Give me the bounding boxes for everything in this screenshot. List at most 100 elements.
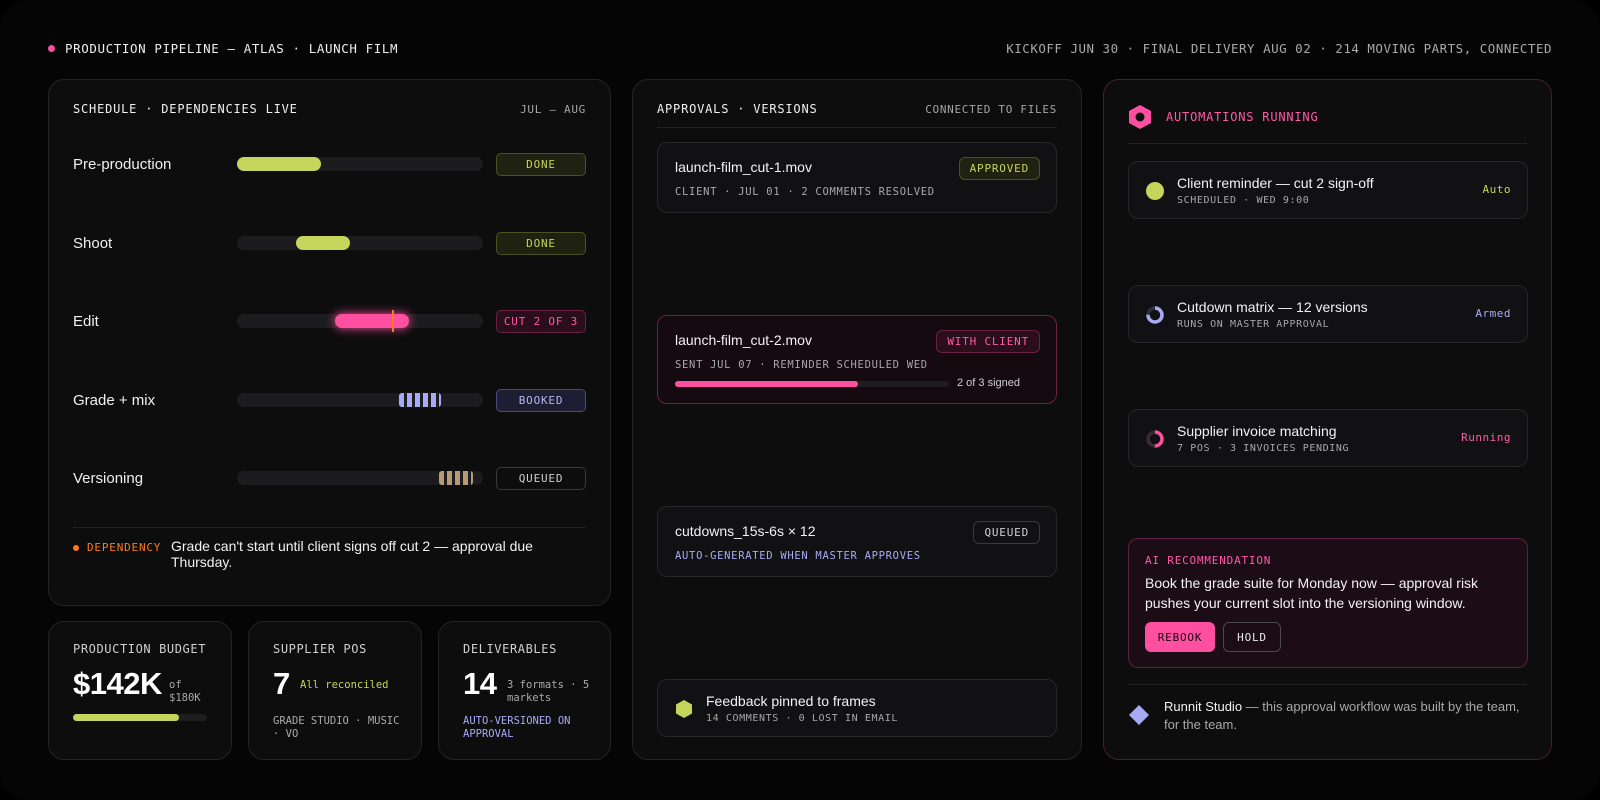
schedule-header: SCHEDULE · DEPENDENCIES LIVE JUL — AUG [73, 102, 586, 116]
dependency-text: Grade can't start until client signs off… [171, 538, 533, 570]
phase-row[interactable]: Pre-production DONE [73, 151, 586, 177]
automation-item[interactable]: Client reminder — cut 2 sign-off SCHEDUL… [1128, 161, 1528, 219]
phase-track [237, 310, 483, 332]
file-sub: SENT JUL 07 · REMINDER SCHEDULED WED [675, 359, 928, 371]
footer-text: Runnit Studio — this approval workflow w… [1164, 698, 1528, 734]
phase-status-badge: QUEUED [496, 467, 586, 490]
feedback-sub: 14 COMMENTS · 0 LOST IN EMAIL [706, 713, 898, 724]
phase-track [237, 236, 483, 250]
phase-bar [335, 314, 410, 328]
file-item[interactable]: cutdowns_15s-6s × 12 QUEUED AUTO-GENERAT… [657, 506, 1057, 577]
automation-sub: 7 POS · 3 INVOICES PENDING [1177, 443, 1350, 454]
automation-state: Auto [1482, 183, 1511, 196]
today-marker [391, 310, 394, 332]
feedback-title: Feedback pinned to frames [706, 693, 876, 709]
schedule-card: SCHEDULE · DEPENDENCIES LIVE JUL — AUG P… [48, 79, 611, 606]
supplier-note: All reconciled [300, 679, 389, 691]
automation-state: Running [1461, 431, 1511, 444]
studio-footer: Runnit Studio — this approval workflow w… [1128, 698, 1528, 734]
phase-status-badge: DONE [496, 232, 586, 255]
deliverables-note: 3 formats · 5 markets [507, 679, 590, 704]
file-status-badge: QUEUED [973, 521, 1040, 544]
phase-row[interactable]: Versioning QUEUED [73, 465, 586, 491]
phase-track [237, 157, 483, 171]
live-dot-icon [48, 44, 55, 52]
automations-title: AUTOMATIONS RUNNING [1166, 110, 1319, 124]
deliverables-value: 14 [463, 666, 497, 701]
top-bar: PRODUCTION PIPELINE — ATLAS · LAUNCH FIL… [48, 38, 1552, 58]
phase-label: Shoot [73, 234, 113, 252]
file-status-badge: WITH CLIENT [936, 330, 1040, 353]
budget-card: PRODUCTION BUDGET $142K of $180K [48, 621, 232, 760]
file-name: cutdowns_15s-6s × 12 [675, 523, 816, 539]
project-title: PRODUCTION PIPELINE — ATLAS · LAUNCH FIL… [65, 40, 399, 56]
deliverables-card: DELIVERABLES 14 3 formats · 5 markets AU… [438, 621, 611, 760]
deliverables-title: DELIVERABLES [463, 642, 557, 656]
schedule-range: JUL — AUG [520, 102, 586, 116]
phase-label: Versioning [73, 469, 144, 487]
phase-status-badge: DONE [496, 153, 586, 176]
automations-divider [1128, 143, 1527, 144]
deliverables-sub: AUTO-VERSIONED ON APPROVAL [463, 715, 571, 740]
hold-button[interactable]: HOLD [1223, 622, 1281, 652]
rebook-button[interactable]: REBOOK [1145, 622, 1215, 652]
filled-circle-icon [1146, 182, 1164, 200]
feedback-item[interactable]: Feedback pinned to frames 14 COMMENTS · … [657, 679, 1057, 737]
project-title-group: PRODUCTION PIPELINE — ATLAS · LAUNCH FIL… [48, 41, 398, 56]
app-frame: PRODUCTION PIPELINE — ATLAS · LAUNCH FIL… [0, 0, 1600, 800]
phase-status-badge: BOOKED [496, 389, 586, 412]
approvals-meta: CONNECTED TO FILES [925, 102, 1057, 116]
file-sub: AUTO-GENERATED WHEN MASTER APPROVES [675, 550, 921, 562]
hexagon-nut-icon [1129, 105, 1151, 129]
diamond-icon [1129, 705, 1149, 725]
project-meta: KICKOFF JUN 30 · FINAL DELIVERY AUG 02 ·… [1006, 40, 1552, 56]
phase-row[interactable]: Shoot DONE [73, 230, 586, 256]
phase-bar [438, 471, 474, 485]
budget-title: PRODUCTION BUDGET [73, 642, 207, 656]
automation-title: Cutdown matrix — 12 versions [1177, 299, 1368, 315]
automation-item[interactable]: Cutdown matrix — 12 versions RUNS ON MAS… [1128, 285, 1528, 343]
approvals-title: APPROVALS · VERSIONS [657, 102, 818, 116]
automation-item[interactable]: Supplier invoice matching 7 POS · 3 INVO… [1128, 409, 1528, 467]
supplier-title: SUPPLIER POS [273, 642, 367, 656]
phase-track [237, 393, 483, 407]
recommendation-body: Book the grade suite for Monday now — ap… [1145, 575, 1479, 611]
footer-divider [1128, 684, 1527, 685]
automation-sub: SCHEDULED · WED 9:00 [1177, 195, 1310, 206]
signoff-progress-track [675, 381, 949, 387]
file-sub: CLIENT · JUL 01 · 2 COMMENTS RESOLVED [675, 186, 935, 198]
phase-bar [399, 393, 442, 407]
file-item[interactable]: launch-film_cut-2.mov WITH CLIENT SENT J… [657, 315, 1057, 404]
budget-progress-track [73, 714, 207, 721]
phase-bar [237, 157, 321, 171]
spinner-ring-icon [1146, 430, 1164, 448]
footer-brand: Runnit Studio [1164, 699, 1243, 714]
phase-label: Pre-production [73, 155, 172, 173]
supplier-card: SUPPLIER POS 7 All reconciled GRADE STUD… [248, 621, 422, 760]
dependency-alert: DEPENDENCY Grade can't start until clien… [73, 538, 586, 570]
file-item[interactable]: launch-film_cut-1.mov APPROVED CLIENT · … [657, 142, 1057, 213]
dependency-tag: DEPENDENCY [73, 541, 171, 554]
file-name: launch-film_cut-2.mov [675, 332, 812, 348]
phase-track [237, 471, 483, 485]
phase-row[interactable]: Grade + mix BOOKED [73, 387, 586, 413]
budget-value: $142K [73, 666, 162, 701]
schedule-title: SCHEDULE · DEPENDENCIES LIVE [73, 102, 298, 116]
ai-recommendation: AI RECOMMENDATION Book the grade suite f… [1128, 538, 1528, 668]
recommendation-title: AI RECOMMENDATION [1145, 554, 1272, 567]
approvals-header: APPROVALS · VERSIONS CONNECTED TO FILES [657, 102, 1057, 116]
partial-ring-icon [1146, 306, 1164, 324]
automation-title: Supplier invoice matching [1177, 423, 1337, 439]
approvals-divider [657, 127, 1057, 128]
phase-row[interactable]: Edit CUT 2 OF 3 [73, 308, 586, 334]
signoff-progress-fill [675, 381, 858, 387]
automation-state: Armed [1475, 307, 1511, 320]
automation-sub: RUNS ON MASTER APPROVAL [1177, 319, 1330, 330]
phase-bar [296, 236, 351, 250]
phase-label: Grade + mix [73, 391, 156, 409]
hexagon-icon [676, 700, 692, 718]
automations-header: AUTOMATIONS RUNNING [1128, 104, 1318, 130]
supplier-value: 7 [273, 666, 290, 701]
approvals-card: APPROVALS · VERSIONS CONNECTED TO FILES … [632, 79, 1082, 760]
signoff-progress-text: 2 of 3 signed [957, 377, 1020, 389]
